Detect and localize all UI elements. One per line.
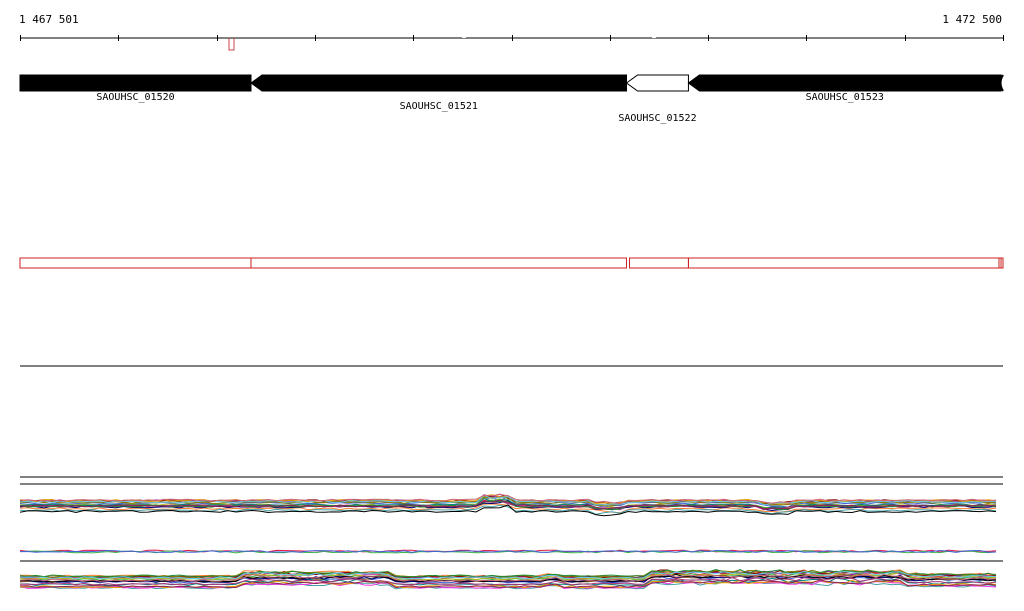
track-canvas: SAOUHSC_01520 SAOUHSC_01521 SAOUHSC_01522 S…: [19, 35, 1004, 590]
gene-arrow: [250, 74, 628, 92]
ruler-gap: [462, 35, 466, 38]
gene-label: SAOUHSC_01522: [618, 113, 696, 124]
gene-label: SAOUHSC_01523: [806, 92, 884, 103]
gene-label: SAOUHSC_01520: [96, 92, 174, 103]
partial-gene-edge: [999, 74, 1004, 92]
gene-arrow: [625, 74, 689, 92]
gene-saouhsc-01523[interactable]: SAOUHSC_01523: [687, 74, 1002, 103]
coordinate-ruler: [20, 35, 1004, 51]
signal-line-bundle-middle: [19, 549, 997, 554]
annotation-box: [19, 257, 252, 269]
gene-arrow: [687, 74, 1002, 92]
ruler-gap: [652, 35, 656, 38]
annotation-box: [250, 257, 628, 269]
signal-line-bundle-upper: [19, 493, 997, 517]
gene-saouhsc-01522[interactable]: SAOUHSC_01522: [618, 74, 697, 124]
genome-browser-view: 1 467 501 1 472 500 SAOUHSC_01520 SAOUHSC…: [0, 0, 1024, 611]
gene-saouhsc-01521[interactable]: SAOUHSC_01521: [250, 74, 628, 112]
position-marker: [228, 38, 235, 51]
annotation-box: [687, 257, 1002, 269]
gene-label: SAOUHSC_01521: [400, 101, 478, 112]
gene-saouhsc-01520[interactable]: SAOUHSC_01520: [19, 74, 252, 103]
gene-track[interactable]: SAOUHSC_01520 SAOUHSC_01521 SAOUHSC_01522 S…: [19, 74, 1004, 124]
annotation-outline-track: [19, 257, 1004, 269]
signal-line-bundle-lower: [19, 560, 1003, 590]
annotation-box: [629, 257, 689, 269]
gene-arrow: [19, 74, 252, 92]
